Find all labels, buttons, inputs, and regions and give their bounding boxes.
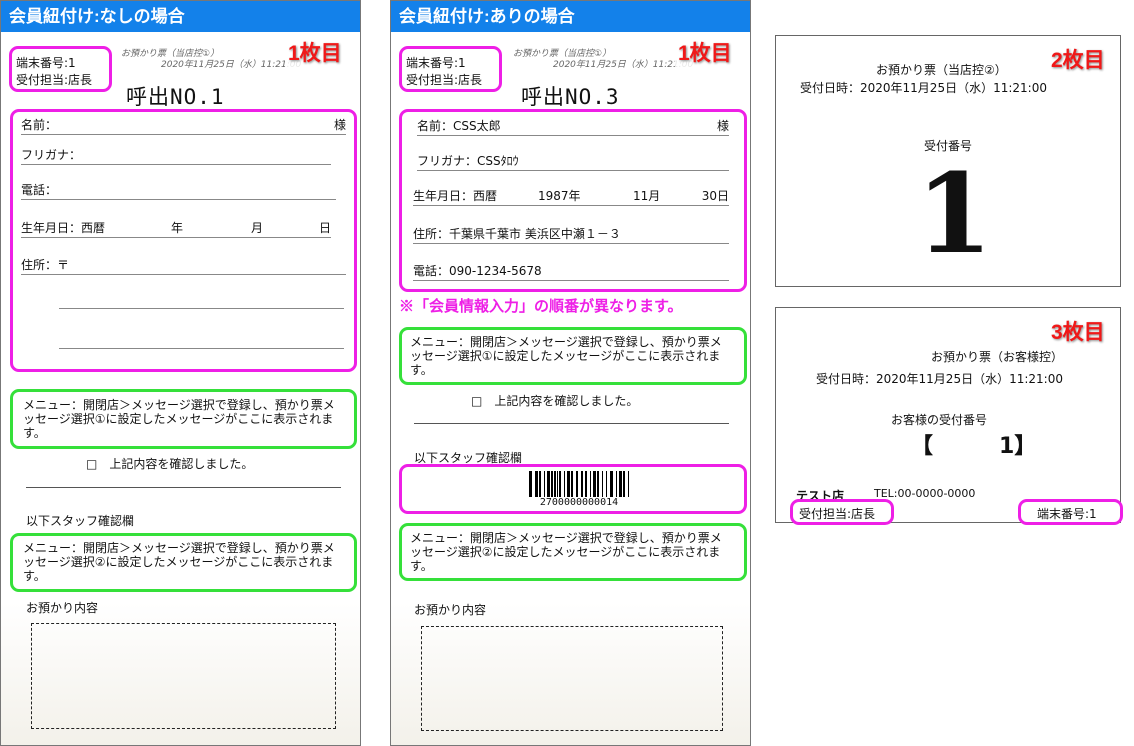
barcode-bar [535, 471, 538, 497]
contents-box [31, 623, 336, 729]
receipt-title: お預かり票（当店控②） [876, 63, 1007, 77]
barcode-bar [628, 471, 629, 497]
sheet-label: 3枚目 [1048, 316, 1108, 346]
barcode-bar [557, 471, 558, 497]
contents-label: お預かり内容 [414, 603, 487, 617]
barcode-bar [581, 471, 583, 497]
barcode-bar [606, 471, 607, 497]
barcode-bar [619, 471, 622, 497]
barcode-bar [590, 471, 591, 497]
address-line-2 [59, 291, 344, 309]
barcode-bar [544, 471, 545, 497]
receipt-datetime: 受付日時：2020年11月25日（水）11:21:00 [800, 81, 1047, 95]
receipt-title: お預かり票（お客様控） [931, 350, 1064, 364]
receipt-number: 1 [916, 149, 993, 278]
receipt-panel-with-member: 会員紐付け:ありの場合 端末番号:1 受付担当:店長 お預かり票（当店控①） 2… [390, 0, 751, 746]
phone-row: 電話：090-1234-5678 [413, 263, 729, 281]
barcode-number: 2700000000014 [539, 497, 619, 508]
message-box-2: メニュー：開閉店＞メッセージ選択で登録し、預かり票メッセージ選択②に設定したメッ… [399, 523, 747, 581]
barcode-bar [585, 471, 587, 497]
panel-title: 会員紐付け:なしの場合 [1, 1, 360, 32]
panel-title: 会員紐付け:ありの場合 [391, 1, 750, 32]
signature-line [414, 423, 729, 424]
receipt-date: 2020年11月25日（水）11:21:00 [553, 60, 694, 70]
sheet-label: 1枚目 [675, 37, 735, 67]
barcode-bar [610, 471, 613, 497]
message-box-2: メニュー：開閉店＞メッセージ選択で登録し、預かり票メッセージ選択②に設定したメッ… [10, 533, 357, 592]
address-row: 住所：〒 [21, 257, 346, 275]
barcode-bar [564, 471, 565, 497]
confirm-checkbox-text: □ 上記内容を確認しました。 [86, 457, 254, 471]
order-note: ※「会員情報入力」の順番が異なります。 [399, 298, 683, 315]
barcode-bar [597, 471, 599, 497]
receipt-sheet-2: 2枚目 お預かり票（当店控②） 受付日時：2020年11月25日（水）11:21… [775, 35, 1121, 287]
staff-box: 受付担当:店長 [790, 499, 894, 525]
address-row: 住所：千葉県千葉市 美浜区中瀬１－３ [413, 226, 729, 244]
birthday-row: 生年月日：西暦年月日 [21, 220, 331, 238]
message-box-1: メニュー：開閉店＞メッセージ選択で登録し、預かり票メッセージ選択①に設定したメッ… [10, 389, 357, 449]
barcode [529, 471, 629, 497]
contents-box [421, 626, 723, 731]
barcode-box: 2700000000014 [399, 464, 747, 514]
barcode-bar [551, 471, 553, 497]
terminal-number: 端末番号:1 [16, 56, 76, 70]
barcode-bar [539, 471, 541, 497]
receipt-panel-no-member: 会員紐付け:なしの場合 端末番号:1 受付担当:店長 お預かり票（当店控①） 2… [0, 0, 361, 746]
number-label: お客様の受付番号 [891, 413, 988, 427]
signature-line [26, 487, 341, 488]
barcode-bar [547, 471, 550, 497]
receipt-sheet-3: 3枚目 お預かり票（お客様控） 受付日時：2020年11月25日（水）11:21… [775, 307, 1121, 523]
name-row: 名前：CSS太郎様 [417, 118, 729, 136]
barcode-bar [576, 471, 578, 497]
barcode-bar [593, 471, 596, 497]
staff-name: 受付担当:店長 [406, 73, 483, 87]
store-tel: TEL:00-0000-0000 [874, 487, 976, 500]
sheet-label: 2枚目 [1048, 44, 1108, 74]
address-line-3 [59, 331, 344, 349]
sheet-label: 1枚目 [285, 37, 345, 67]
name-row: 名前：様 [21, 117, 346, 135]
barcode-bar [623, 471, 625, 497]
call-number: 呼出NO.3 [521, 85, 620, 109]
contents-label: お預かり内容 [26, 601, 99, 615]
staff-name: 受付担当:店長 [16, 73, 93, 87]
birthday-row: 生年月日：西暦 1987年 11月 30日 [413, 188, 729, 206]
barcode-bar [567, 471, 570, 497]
terminal-box: 端末番号:1 [1018, 499, 1123, 525]
staff-section-label: 以下スタッフ確認欄 [26, 514, 135, 528]
receipt-date: 2020年11月25日（水）11:21:00 [161, 60, 302, 70]
receipt-number: 【 1】 [911, 434, 1037, 459]
barcode-bar [571, 471, 573, 497]
kana-row: フリガナ： [21, 147, 331, 165]
phone-row: 電話： [21, 182, 336, 200]
barcode-bar [616, 471, 617, 497]
receipt-datetime: 受付日時：2020年11月25日（水）11:21:00 [816, 372, 1063, 386]
terminal-info-box: 端末番号:1 受付担当:店長 [399, 46, 502, 92]
barcode-bar [529, 471, 532, 497]
confirm-checkbox-text: □ 上記内容を確認しました。 [471, 394, 639, 408]
terminal-number: 端末番号:1 [406, 56, 466, 70]
barcode-bar [602, 471, 603, 497]
terminal-info-box: 端末番号:1 受付担当:店長 [9, 46, 112, 92]
kana-row: フリガナ：CSSﾀﾛｳ [417, 153, 729, 171]
barcode-bar [559, 471, 561, 497]
call-number: 呼出NO.1 [126, 85, 225, 109]
message-box-1: メニュー：開閉店＞メッセージ選択で登録し、預かり票メッセージ選択①に設定したメッ… [399, 327, 747, 385]
barcode-bar [554, 471, 556, 497]
